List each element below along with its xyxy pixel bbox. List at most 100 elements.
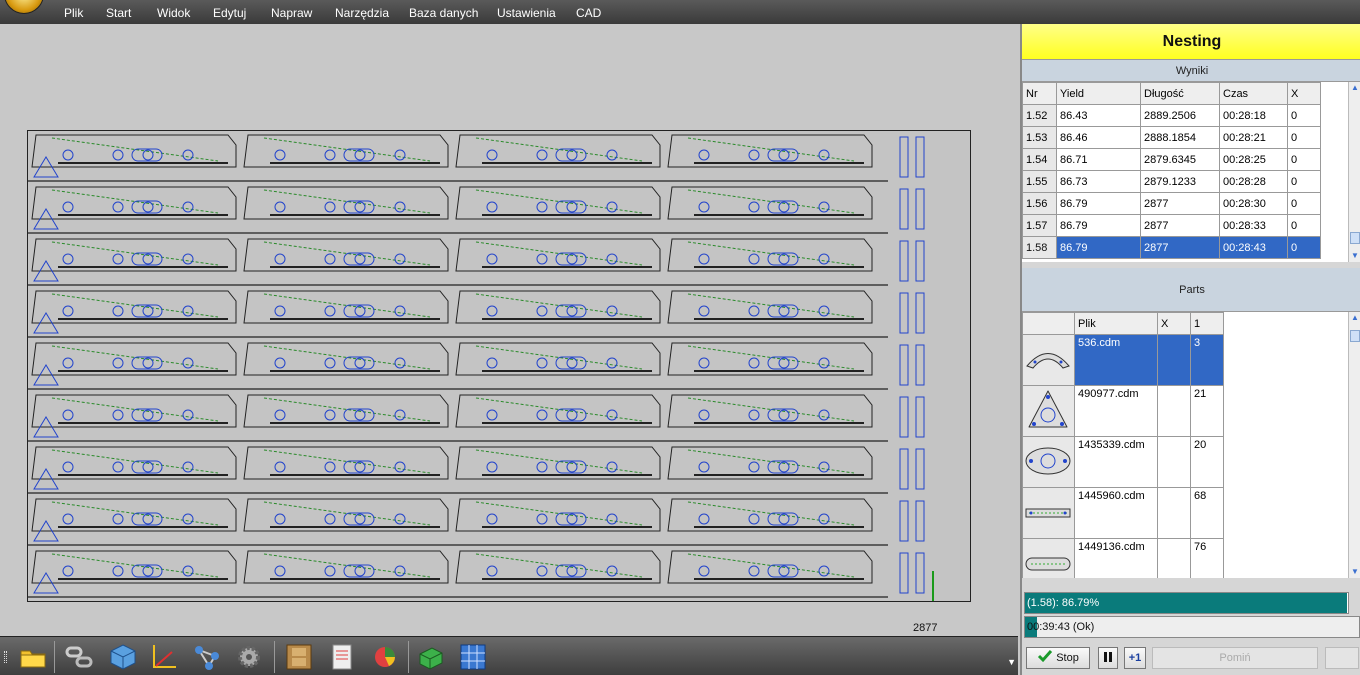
- hole-contour: [486, 201, 498, 213]
- menu-baza-danych[interactable]: Baza danych: [409, 6, 478, 20]
- results-scrollbar[interactable]: ▲ ▼: [1348, 82, 1360, 262]
- film-icon[interactable]: [284, 642, 314, 672]
- results-cell-time: 00:28:43: [1219, 236, 1288, 259]
- parts-cell-x: [1157, 385, 1191, 437]
- extra-button[interactable]: [1325, 647, 1359, 669]
- scroll-down-icon[interactable]: ▼: [1349, 566, 1360, 578]
- parts-table-container: Plik X 1 536.cdm 3 490977.cdm 21 1435339.cdm…: [1022, 312, 1352, 578]
- parts-row[interactable]: 536.cdm 3: [1022, 334, 1224, 386]
- parts-cell-x: [1157, 487, 1191, 539]
- green-block-icon[interactable]: [416, 642, 446, 672]
- hole-contour: [112, 565, 124, 577]
- plus-one-button[interactable]: +1: [1124, 647, 1146, 669]
- hole-contour: [748, 253, 760, 265]
- results-col-x[interactable]: X: [1287, 82, 1321, 105]
- hole-contour: [112, 357, 124, 369]
- hole-contour: [748, 409, 760, 421]
- hole-contour: [62, 253, 74, 265]
- toolbar-grip[interactable]: [4, 651, 7, 663]
- parts-row[interactable]: 1435339.cdm 20: [1022, 436, 1224, 488]
- app-menu-button[interactable]: [4, 0, 44, 14]
- hole-contour: [748, 461, 760, 473]
- results-col-yield[interactable]: Yield: [1056, 82, 1141, 105]
- hole-contour: [606, 513, 618, 525]
- results-row[interactable]: 1.58 86.79 2877 00:28:43 0: [1022, 236, 1321, 259]
- results-cell-length: 2877: [1140, 236, 1220, 259]
- cube-icon[interactable]: [108, 642, 138, 672]
- scroll-up-icon[interactable]: ▲: [1349, 82, 1360, 94]
- network-icon[interactable]: [192, 642, 222, 672]
- toolbar-separator: [54, 641, 55, 673]
- bottom-toolbar: ▼: [0, 636, 1018, 675]
- vertical-slot-part: [899, 344, 909, 386]
- results-row[interactable]: 1.53 86.46 2888.1854 00:28:21 0: [1022, 126, 1321, 149]
- results-table-container: Nr Yield Długość Czas X 1.52 86.43 2889.25…: [1022, 82, 1352, 262]
- check-icon: [1038, 650, 1053, 663]
- folder-icon[interactable]: [18, 642, 48, 672]
- vertical-slot-part: [915, 292, 925, 334]
- results-cell-x: 0: [1287, 214, 1321, 237]
- stop-button[interactable]: Stop: [1026, 647, 1090, 669]
- results-row[interactable]: 1.57 86.79 2877 00:28:33 0: [1022, 214, 1321, 237]
- parts-col-x[interactable]: X: [1157, 312, 1191, 335]
- nesting-canvas[interactable]: 2877: [0, 24, 1018, 636]
- scroll-up-icon[interactable]: ▲: [1349, 312, 1360, 324]
- results-row[interactable]: 1.55 86.73 2879.1233 00:28:28 0: [1022, 170, 1321, 193]
- results-col-length[interactable]: Długość: [1140, 82, 1220, 105]
- menu-cad[interactable]: CAD: [576, 6, 601, 20]
- hole-contour: [182, 149, 194, 161]
- axes-icon[interactable]: [148, 642, 178, 672]
- hole-contour: [394, 149, 406, 161]
- results-col-time[interactable]: Czas: [1219, 82, 1288, 105]
- hole-contour: [748, 513, 760, 525]
- pie-chart-icon[interactable]: [370, 642, 400, 672]
- menu-start[interactable]: Start: [106, 6, 131, 20]
- menu-widok[interactable]: Widok: [157, 6, 190, 20]
- hole-contour: [698, 305, 710, 317]
- scroll-thumb[interactable]: [1350, 232, 1360, 244]
- hole-contour: [394, 513, 406, 525]
- menu-plik[interactable]: Plik: [64, 6, 83, 20]
- skip-button[interactable]: Pomiń: [1152, 647, 1318, 669]
- results-row[interactable]: 1.56 86.79 2877 00:28:30 0: [1022, 192, 1321, 215]
- parts-cell-qty: 21: [1190, 385, 1224, 437]
- yield-progress-bar: (1.58): 86.79%: [1024, 592, 1349, 614]
- grid-layout-icon[interactable]: [458, 642, 488, 672]
- results-row[interactable]: 1.52 86.43 2889.2506 00:28:18 0: [1022, 104, 1321, 127]
- results-heading: Wyniki: [1022, 60, 1360, 82]
- bar-part-icon: [1025, 508, 1071, 517]
- hole-contour: [606, 461, 618, 473]
- hole-contour: [324, 201, 336, 213]
- results-col-nr[interactable]: Nr: [1022, 82, 1057, 105]
- hole-contour: [698, 357, 710, 369]
- parts-col-qty[interactable]: 1: [1190, 312, 1224, 335]
- scroll-thumb[interactable]: [1350, 330, 1360, 342]
- parts-row[interactable]: 1445960.cdm 68: [1022, 487, 1224, 539]
- pause-button[interactable]: [1098, 647, 1118, 669]
- parts-row[interactable]: 1449136.cdm 76: [1022, 538, 1224, 578]
- parts-scrollbar[interactable]: ▲ ▼: [1348, 312, 1360, 578]
- hole-contour: [112, 149, 124, 161]
- results-cell-x: 0: [1287, 148, 1321, 171]
- results-cell-time: 00:28:25: [1219, 148, 1288, 171]
- scroll-down-icon[interactable]: ▼: [1349, 250, 1360, 262]
- chain-link-icon[interactable]: [64, 642, 94, 672]
- menu-ustawienia[interactable]: Ustawienia: [497, 6, 556, 20]
- parts-col-file[interactable]: Plik: [1074, 312, 1158, 335]
- menu-narzedzia[interactable]: Narzędzia: [335, 6, 389, 20]
- menu-napraw[interactable]: Napraw: [271, 6, 312, 20]
- vertical-slot-part: [915, 136, 925, 178]
- results-row[interactable]: 1.54 86.71 2879.6345 00:28:25 0: [1022, 148, 1321, 171]
- menu-edytuj[interactable]: Edytuj: [213, 6, 246, 20]
- parts-row[interactable]: 490977.cdm 21: [1022, 385, 1224, 437]
- results-cell-time: 00:28:30: [1219, 192, 1288, 215]
- gear-icon[interactable]: [234, 642, 264, 672]
- hole-contour: [274, 461, 286, 473]
- parts-cell-x: [1157, 538, 1191, 578]
- hole-contour: [818, 357, 830, 369]
- document-icon[interactable]: [328, 642, 358, 672]
- toolbar-overflow-arrow[interactable]: ▼: [1007, 657, 1016, 667]
- results-cell-yield: 86.46: [1056, 126, 1141, 149]
- hole-contour: [818, 513, 830, 525]
- vertical-slot-part: [899, 136, 909, 178]
